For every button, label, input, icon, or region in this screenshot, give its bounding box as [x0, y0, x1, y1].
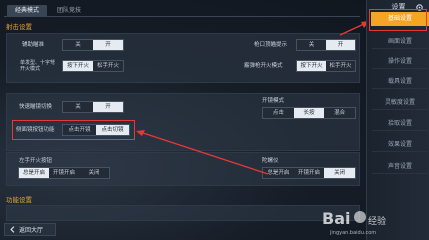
- sidebar-item-pickup[interactable]: 拾取设置: [372, 117, 428, 131]
- gyroscope-always[interactable]: 总是开启: [263, 168, 294, 178]
- left-fire-toggle[interactable]: 总是开启 开镜开启 关闭: [18, 167, 110, 179]
- scope-mode-toggle[interactable]: 点击 长按 混合: [262, 107, 356, 119]
- highlight-box-side-scope: [12, 120, 135, 140]
- sidebar-item-effects[interactable]: 效果设置: [372, 138, 428, 152]
- shotgun-fire-release[interactable]: 松手开火: [326, 61, 355, 71]
- tab-team-deathmatch[interactable]: 团队竞技: [54, 5, 84, 17]
- section-title-fire: 射击设置: [6, 23, 32, 31]
- function-settings-panel: [6, 205, 360, 221]
- mode-tabs: 经典模式 团队竞技: [4, 3, 360, 17]
- aim-assist-on[interactable]: 开: [93, 40, 123, 50]
- shotgun-fire-label: 霰弹枪开火模式: [244, 63, 283, 69]
- shotgun-fire-press[interactable]: 按下开火: [297, 61, 326, 71]
- sidebar-item-sound[interactable]: 声音设置: [372, 160, 428, 174]
- single-fire-toggle[interactable]: 按下开火 松手开火: [62, 60, 124, 72]
- scope-mode-hold[interactable]: 长按: [293, 108, 325, 118]
- svg-text:经验: 经验: [368, 215, 386, 227]
- gyroscope-toggle[interactable]: 总是开启 开镜开启 关闭: [262, 167, 356, 179]
- back-to-lobby-button[interactable]: 返回大厅: [4, 223, 56, 236]
- sidebar-item-graphics[interactable]: 画面设置: [372, 35, 428, 49]
- quick-scope-label: 快速瞄镜切换: [19, 104, 53, 110]
- left-fire-label: 左手开火按钮: [19, 158, 53, 164]
- gyroscope-off[interactable]: 关闭: [324, 168, 356, 178]
- shotgun-fire-toggle[interactable]: 按下开火 松手开火: [296, 60, 356, 72]
- aim-assist-toggle[interactable]: 关 开: [62, 39, 124, 51]
- tab-classic-mode[interactable]: 经典模式: [7, 5, 47, 17]
- scope-mode-label: 开镜模式: [262, 98, 285, 104]
- gyroscope-label: 陀螺仪: [262, 158, 279, 164]
- back-arrow-icon: [10, 226, 15, 233]
- single-fire-label: 单发型、十字弩 开火模式: [20, 60, 56, 72]
- svg-text:Bai: Bai: [322, 209, 350, 228]
- left-fire-always[interactable]: 总是开启: [19, 168, 49, 178]
- quick-scope-on[interactable]: 开: [93, 102, 123, 112]
- back-to-lobby-label: 返回大厅: [19, 227, 44, 234]
- quick-scope-toggle[interactable]: 关 开: [62, 101, 124, 113]
- scope-mode-tap[interactable]: 点击: [263, 108, 294, 118]
- left-fire-off[interactable]: 关闭: [79, 168, 109, 178]
- single-fire-release[interactable]: 松手开火: [93, 61, 123, 71]
- watermark-url: jingyan.baidu.com: [330, 230, 377, 236]
- section-title-function: 功能设置: [6, 196, 32, 204]
- gyroscope-scope[interactable]: 开镜开启: [294, 168, 325, 178]
- sidebar-item-vehicle[interactable]: 载具设置: [372, 75, 428, 89]
- aim-assist-off[interactable]: 关: [63, 40, 93, 50]
- left-fire-scope[interactable]: 开镜开启: [49, 168, 79, 178]
- ads-hint-on[interactable]: 开: [326, 40, 355, 50]
- ads-hint-toggle[interactable]: 关 开: [296, 39, 356, 51]
- scope-mode-mixed[interactable]: 混合: [324, 108, 355, 118]
- sidebar-item-sensitivity[interactable]: 灵敏度设置: [372, 96, 428, 110]
- single-fire-press[interactable]: 按下开火: [63, 61, 93, 71]
- ads-hint-off[interactable]: 关: [297, 40, 326, 50]
- highlight-box-sidebar: [369, 9, 427, 31]
- quick-scope-off[interactable]: 关: [63, 102, 93, 112]
- sidebar-item-controls[interactable]: 操作设置: [372, 55, 428, 69]
- ads-hint-label: 枪口顶瞄提示: [254, 42, 288, 48]
- aim-assist-label: 辅助瞄准: [22, 42, 45, 48]
